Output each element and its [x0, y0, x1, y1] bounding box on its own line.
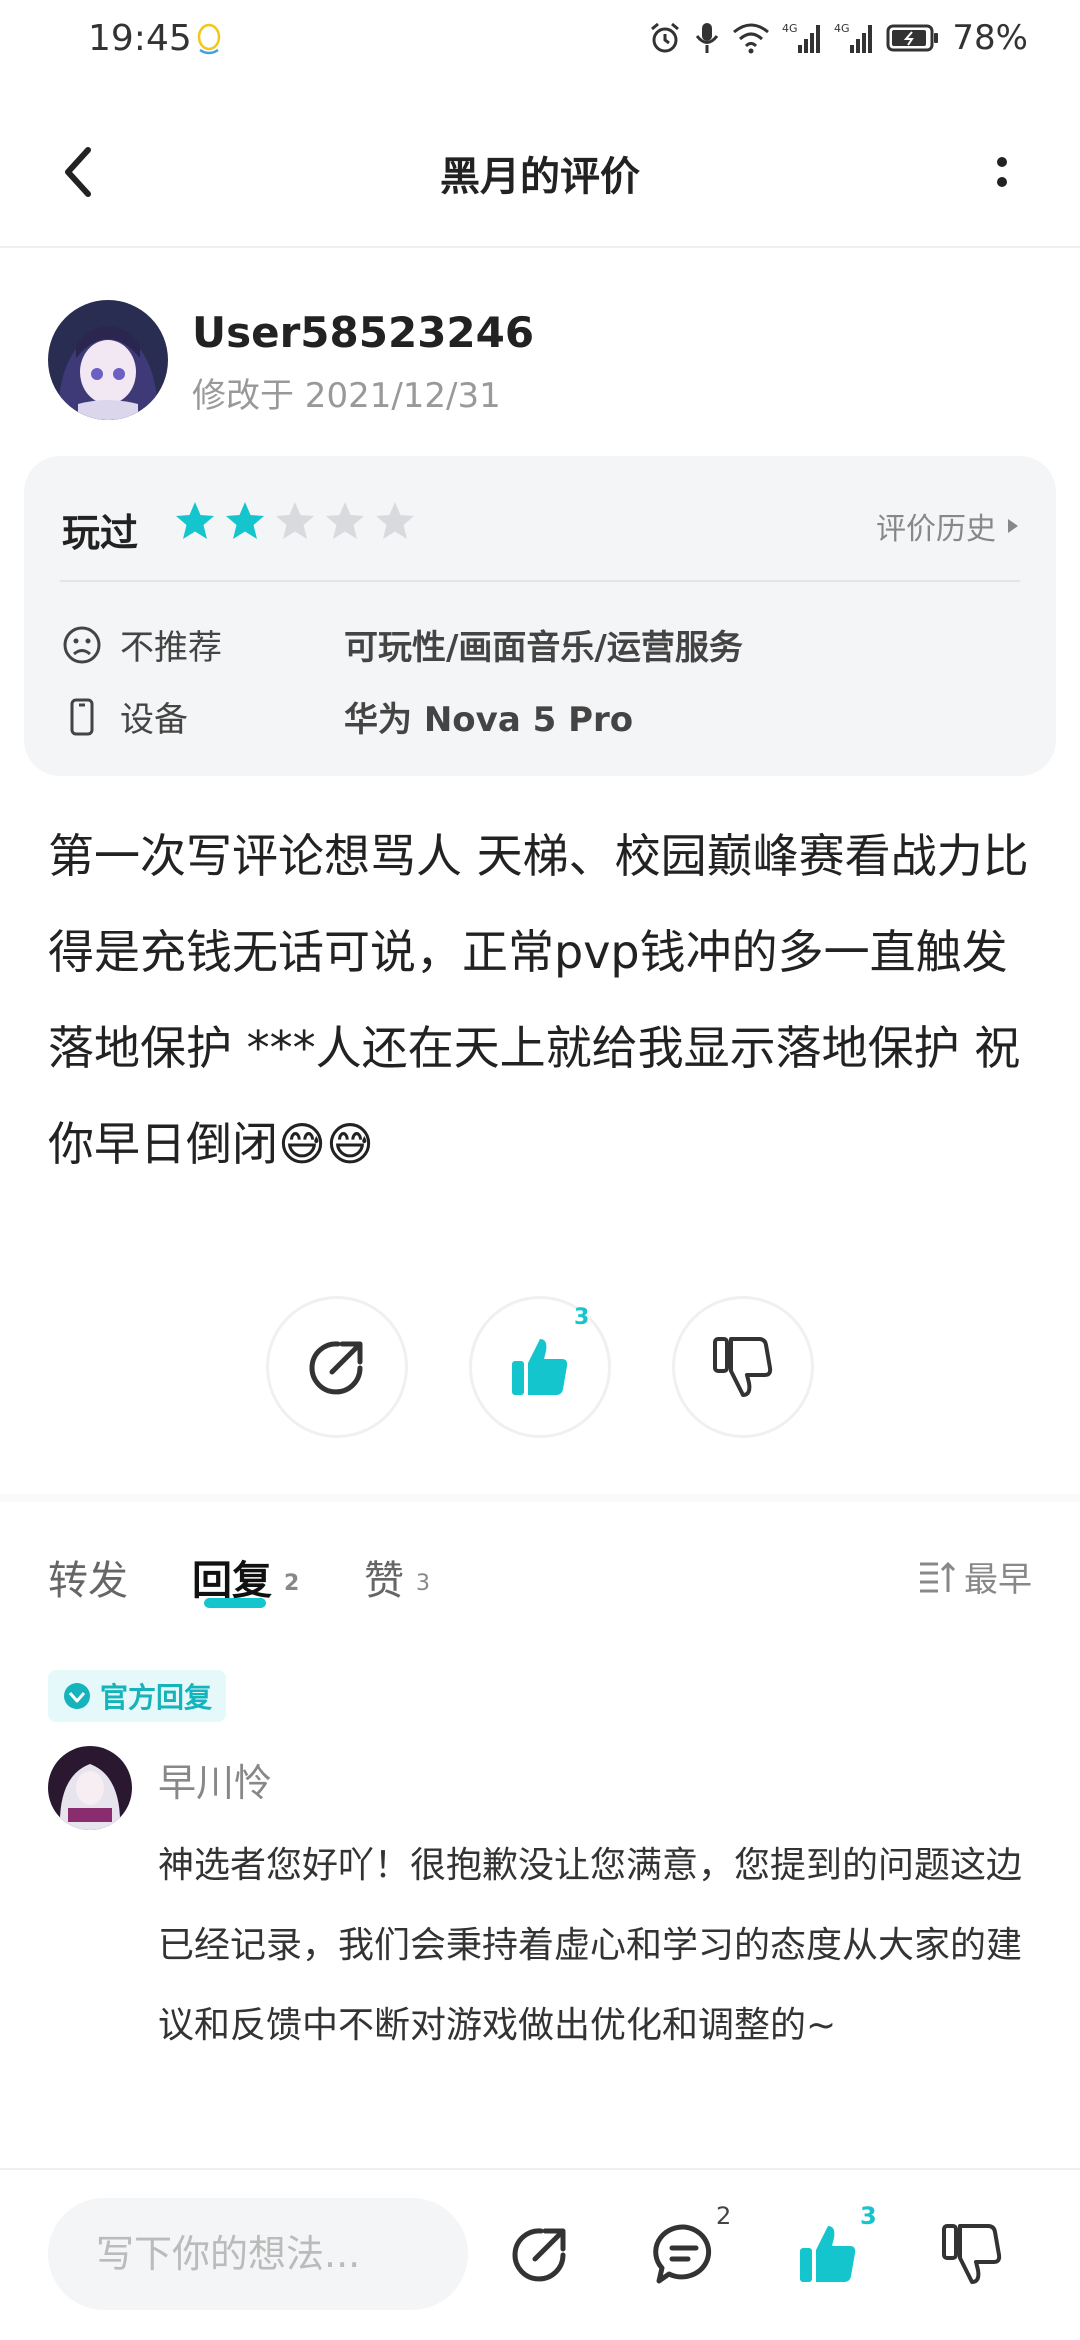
username[interactable]: User58523246 [192, 308, 534, 357]
avatar-image [48, 300, 168, 420]
bottom-bar: 2 3 [0, 2168, 1080, 2340]
signal-icon-2: 4G [834, 22, 873, 53]
more-vertical-icon [997, 157, 1007, 187]
star-empty-icon [376, 502, 414, 539]
tab-likes-count: 3 [416, 1571, 430, 1596]
review-text: 第一次写评论想骂人 天梯、校园巅峰赛看战力比得是充钱无话可说，正常pvp钱冲的多… [48, 829, 1029, 1171]
thumbs-down-icon [713, 1337, 773, 1397]
thumbs-down-icon [942, 2224, 1002, 2284]
reply-avatar[interactable] [48, 1746, 132, 1830]
recommend-aspects: 可玩性/画面音乐/运营服务 [344, 628, 743, 668]
like-count: 3 [574, 1305, 590, 1330]
rating-card: 玩过 评价历史 不推荐 可玩性/画面音乐/运营服务 设备 华为 Nova 5 P… [24, 456, 1056, 776]
diamond-heart-icon [64, 1683, 90, 1709]
comment-bubble-icon [653, 2224, 712, 2284]
bottom-dislike-button[interactable] [934, 2216, 1010, 2292]
comment-input[interactable] [48, 2198, 468, 2310]
phone-icon [70, 698, 94, 735]
alarm-icon [651, 22, 680, 53]
battery-icon [886, 24, 939, 52]
tab-likes-label: 赞 [364, 1558, 404, 1604]
star-filled-icon [176, 502, 214, 539]
sort-label: 最早 [964, 1560, 1032, 1600]
star-empty-icon [326, 502, 364, 539]
bottom-comment-count: 2 [716, 2202, 732, 2230]
recommend-row-label: 不推荐 [62, 620, 222, 669]
like-button[interactable]: 3 [469, 1296, 611, 1438]
rating-history-label: 评价历史 [876, 512, 996, 547]
card-divider [60, 580, 1020, 582]
star-empty-icon [276, 502, 314, 539]
sad-face-icon [63, 626, 101, 663]
header: 黑月的评价 [0, 100, 1080, 248]
star-rating [174, 500, 416, 542]
signal-icon-1: 4G [782, 22, 821, 53]
sort-icon [920, 1561, 956, 1592]
tab-forward[interactable]: 转发 [48, 1548, 128, 1606]
reply-avatar-image [48, 1746, 132, 1830]
sort-button[interactable]: 最早 [918, 1552, 1032, 1601]
modified-date: 修改于 2021/12/31 [192, 376, 501, 416]
reply-author[interactable]: 早川怜 [158, 1752, 272, 1807]
thumbs-up-filled-icon [800, 2226, 856, 2282]
section-divider [0, 1494, 1080, 1502]
page-title: 黑月的评价 [440, 154, 640, 200]
recommend-label: 不推荐 [120, 628, 222, 668]
tab-forward-label: 转发 [48, 1558, 128, 1604]
triangle-right-icon [1008, 519, 1018, 533]
wifi-icon [733, 23, 770, 54]
device-label: 设备 [120, 700, 188, 740]
rating-history-link[interactable]: 评价历史 [876, 504, 1020, 548]
battery-percent: 78% [952, 18, 1028, 58]
svg-text:4G: 4G [834, 22, 850, 35]
bottom-share-button[interactable] [502, 2216, 578, 2292]
device-value: 华为 Nova 5 Pro [344, 700, 634, 740]
qq-notification-icon [197, 23, 221, 55]
star-filled-icon [226, 502, 264, 539]
svg-text:4G: 4G [782, 22, 798, 35]
bottom-like-count: 3 [860, 2202, 877, 2230]
device-row-label: 设备 [62, 692, 188, 741]
dislike-button[interactable] [672, 1296, 814, 1438]
bottom-comment-button[interactable]: 2 [646, 2202, 731, 2292]
reply-text: 神选者您好吖！很抱歉没让您满意，您提到的问题这边已经记录，我们会秉持着虚心和学习… [158, 1845, 1023, 2046]
official-reply-label: 官方回复 [100, 1681, 213, 1714]
more-options-button[interactable] [966, 136, 1038, 208]
share-icon [512, 2228, 566, 2282]
status-icons: 4G 4G 78% [648, 18, 1028, 58]
tab-likes[interactable]: 赞3 [364, 1548, 430, 1606]
share-button[interactable] [266, 1296, 408, 1438]
bottom-like-button[interactable]: 3 [790, 2202, 877, 2292]
microphone-icon [696, 23, 719, 53]
user-avatar[interactable] [48, 300, 168, 420]
played-label: 玩过 [62, 511, 139, 555]
tab-replies-count: 2 [284, 1571, 300, 1596]
status-bar: 19:45 4G 4G 78% [0, 0, 1080, 84]
status-time: 19:45 [88, 18, 192, 59]
official-reply-badge: 官方回复 [48, 1670, 227, 1722]
active-tab-indicator [204, 1598, 266, 1608]
share-icon [309, 1341, 363, 1395]
thumbs-up-filled-icon [512, 1339, 568, 1395]
